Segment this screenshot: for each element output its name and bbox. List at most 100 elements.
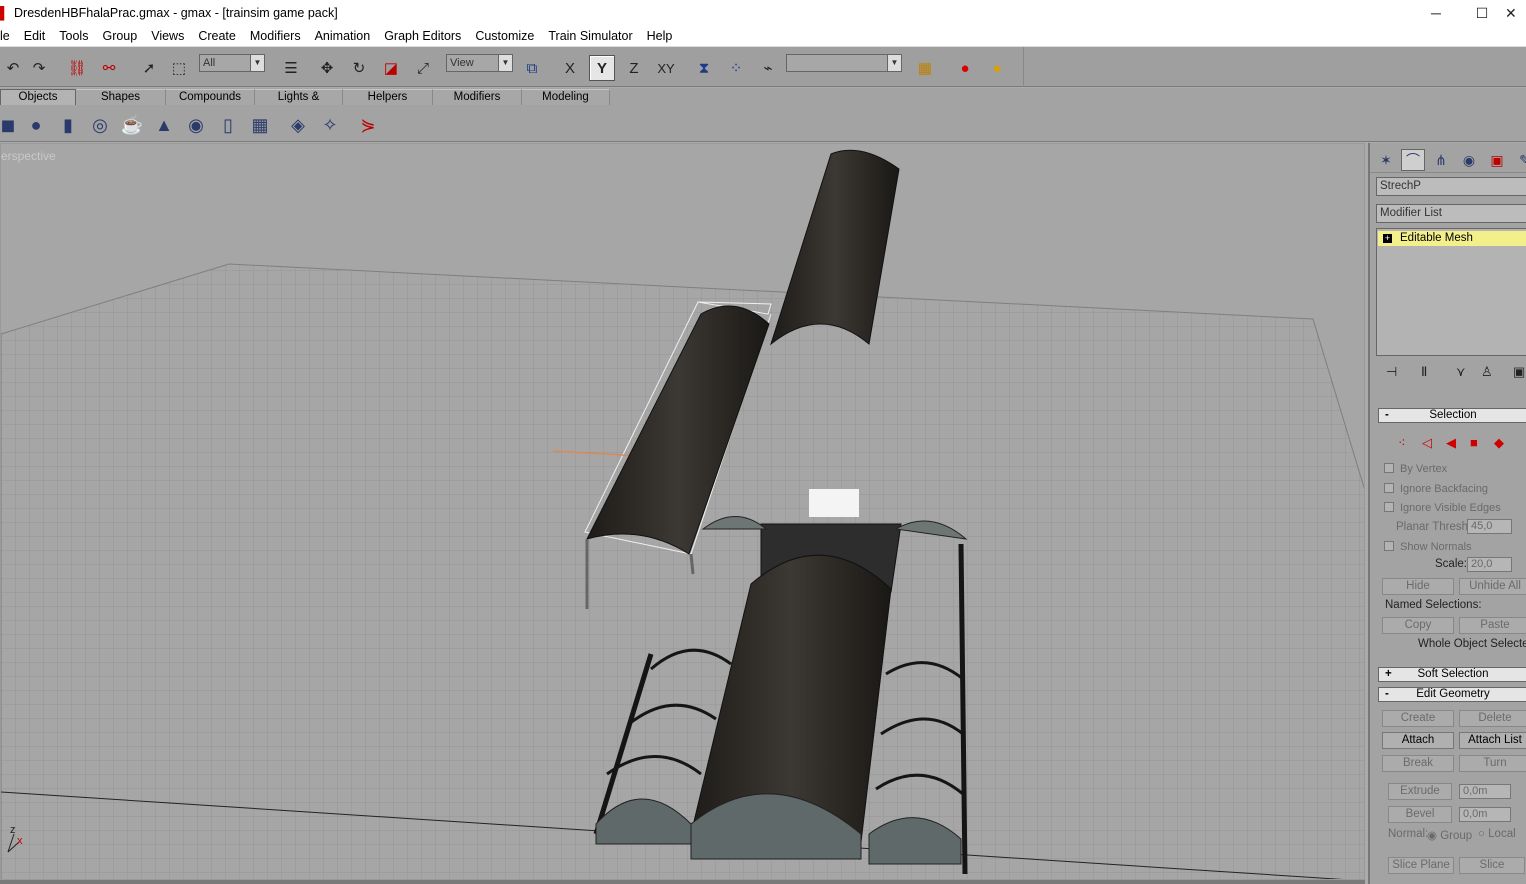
unlink-selection-icon[interactable]: ⚯ <box>96 55 122 81</box>
tab-modifiers[interactable]: Modifiers <box>433 89 522 105</box>
selection-rollout-header[interactable]: - Selection <box>1378 408 1526 423</box>
restrict-xy-button[interactable]: XY <box>653 55 679 81</box>
show-end-result-icon[interactable]: Ⅱ <box>1421 364 1427 380</box>
modify-tab-icon[interactable]: ⌒ <box>1401 149 1425 171</box>
turn-button[interactable]: Turn <box>1459 755 1526 772</box>
extrude-amount-input[interactable]: 0,0m <box>1459 784 1511 799</box>
select-and-link-icon[interactable]: ⛓ <box>64 55 90 81</box>
named-selection-dropdown[interactable]: ▼ <box>786 54 902 72</box>
torus-icon[interactable]: ◎ <box>88 113 112 137</box>
tab-shapes[interactable]: Shapes <box>76 89 166 105</box>
tube-icon[interactable]: ▯ <box>216 113 240 137</box>
ignore-visible-edges-checkbox[interactable]: Ignore Visible Edges <box>1384 502 1501 514</box>
utilities-tab-icon[interactable]: ✎ <box>1513 149 1526 171</box>
teapot-icon[interactable]: ☕ <box>120 113 144 137</box>
sphere-icon[interactable]: ● <box>24 113 48 137</box>
stack-item-editable-mesh[interactable]: + Editable Mesh <box>1378 231 1526 246</box>
configure-modifier-sets-icon[interactable]: ▣ <box>1513 364 1525 380</box>
copy-button[interactable]: Copy <box>1382 617 1454 634</box>
plane-icon[interactable]: ▦ <box>248 113 272 137</box>
menu-tools[interactable]: Tools <box>52 29 95 43</box>
bones-icon[interactable]: ⋟ <box>356 113 380 137</box>
display-tab-icon[interactable]: ▣ <box>1485 149 1509 171</box>
vertex-icon[interactable]: ⁖ <box>1398 435 1406 451</box>
menu-file[interactable]: le <box>0 29 17 43</box>
object-name-field[interactable]: StrechP <box>1376 177 1526 196</box>
menu-customize[interactable]: Customize <box>468 29 541 43</box>
bevel-button[interactable]: Bevel <box>1388 806 1452 823</box>
undo-icon[interactable]: ↶ <box>0 55 26 81</box>
restrict-z-button[interactable]: Z <box>621 55 647 81</box>
mirror-icon[interactable]: ⧗ <box>691 55 717 81</box>
hierarchy-tab-icon[interactable]: ⋔ <box>1429 149 1453 171</box>
maximize-button[interactable]: ☐ <box>1459 0 1505 26</box>
mesh-grid-icon[interactable]: ✧ <box>318 113 342 137</box>
cylinder-icon[interactable]: ▮ <box>56 113 80 137</box>
box-icon[interactable]: ◼ <box>0 113 20 137</box>
expand-icon[interactable]: + <box>1383 234 1392 243</box>
rotate-icon[interactable]: ↻ <box>346 55 372 81</box>
grid-icon[interactable]: ◈ <box>286 113 310 137</box>
attach-list-button[interactable]: Attach List <box>1459 732 1526 749</box>
perspective-viewport[interactable]: z x erspective <box>0 143 1365 880</box>
menu-views[interactable]: Views <box>144 29 191 43</box>
menu-animation[interactable]: Animation <box>308 29 378 43</box>
restrict-x-button[interactable]: X <box>557 55 583 81</box>
menu-edit[interactable]: Edit <box>17 29 53 43</box>
tab-objects[interactable]: Objects <box>0 89 76 105</box>
select-object-icon[interactable]: ➚ <box>136 55 162 81</box>
menu-group[interactable]: Group <box>95 29 144 43</box>
attach-button[interactable]: Attach <box>1382 732 1454 749</box>
normal-group-radio[interactable]: ◉ Group <box>1427 828 1472 842</box>
edge-icon[interactable]: ◁ <box>1422 435 1432 451</box>
menu-graph-editors[interactable]: Graph Editors <box>377 29 468 43</box>
minimize-button[interactable]: ─ <box>1413 0 1459 26</box>
paste-button[interactable]: Paste <box>1459 617 1526 634</box>
polygon-icon[interactable]: ■ <box>1470 435 1478 450</box>
ignore-backfacing-checkbox[interactable]: Ignore Backfacing <box>1384 483 1488 495</box>
cone-icon[interactable]: ▲ <box>152 113 176 137</box>
tab-lights-cameras[interactable]: Lights & Cameras <box>255 89 343 118</box>
align-icon[interactable]: ⌁ <box>755 55 781 81</box>
bevel-amount-input[interactable]: 0,0m <box>1459 807 1511 822</box>
scale-input[interactable]: 20,0 <box>1467 557 1512 572</box>
menu-help[interactable]: Help <box>640 29 680 43</box>
render-icon[interactable]: ● <box>952 55 978 81</box>
restrict-y-button[interactable]: Y <box>589 55 615 81</box>
motion-tab-icon[interactable]: ◉ <box>1457 149 1481 171</box>
tab-helpers[interactable]: Helpers <box>343 89 433 105</box>
named-selection-sets-icon[interactable]: ▦ <box>912 55 938 81</box>
make-unique-icon[interactable]: ⋎ <box>1456 364 1466 380</box>
viewport-label[interactable]: erspective <box>1 149 56 163</box>
material-editor-icon[interactable]: ● <box>984 55 1010 81</box>
pin-stack-icon[interactable]: ⊣ <box>1386 364 1397 380</box>
tab-compounds[interactable]: Compounds <box>166 89 255 105</box>
reference-coordinate-dropdown[interactable]: View ▼ <box>446 54 513 72</box>
by-vertex-checkbox[interactable]: By Vertex <box>1384 463 1447 475</box>
slice-plane-button[interactable]: Slice Plane <box>1388 857 1454 874</box>
break-button[interactable]: Break <box>1382 755 1454 772</box>
planar-thresh-input[interactable]: 45,0 <box>1467 519 1512 534</box>
menu-train-simulator[interactable]: Train Simulator <box>541 29 639 43</box>
create-tab-icon[interactable]: ✶ <box>1374 149 1398 171</box>
hide-button[interactable]: Hide <box>1382 578 1454 595</box>
move-icon[interactable]: ✥ <box>314 55 340 81</box>
use-pivot-center-icon[interactable]: ⧉ <box>519 55 545 81</box>
tab-modeling[interactable]: Modeling <box>522 89 610 105</box>
extrude-button[interactable]: Extrude <box>1388 783 1452 800</box>
slice-button[interactable]: Slice <box>1459 857 1525 874</box>
unhide-all-button[interactable]: Unhide All <box>1459 578 1526 595</box>
menu-create[interactable]: Create <box>191 29 243 43</box>
array-icon[interactable]: ⁘ <box>723 55 749 81</box>
redo-icon[interactable]: ↷ <box>26 55 52 81</box>
show-normals-checkbox[interactable]: Show Normals <box>1384 541 1472 553</box>
transform-gizmo-icon[interactable]: ⤢ <box>410 55 436 81</box>
remove-modifier-icon[interactable]: ♙ <box>1481 364 1493 380</box>
modifier-list-dropdown[interactable]: Modifier List <box>1376 204 1526 223</box>
scale-icon[interactable]: ◪ <box>378 55 404 81</box>
geosphere-icon[interactable]: ◉ <box>184 113 208 137</box>
close-button[interactable]: ✕ <box>1505 0 1526 26</box>
menu-modifiers[interactable]: Modifiers <box>243 29 308 43</box>
select-by-name-icon[interactable]: ☰ <box>278 55 304 81</box>
face-icon[interactable]: ◀ <box>1446 435 1456 451</box>
